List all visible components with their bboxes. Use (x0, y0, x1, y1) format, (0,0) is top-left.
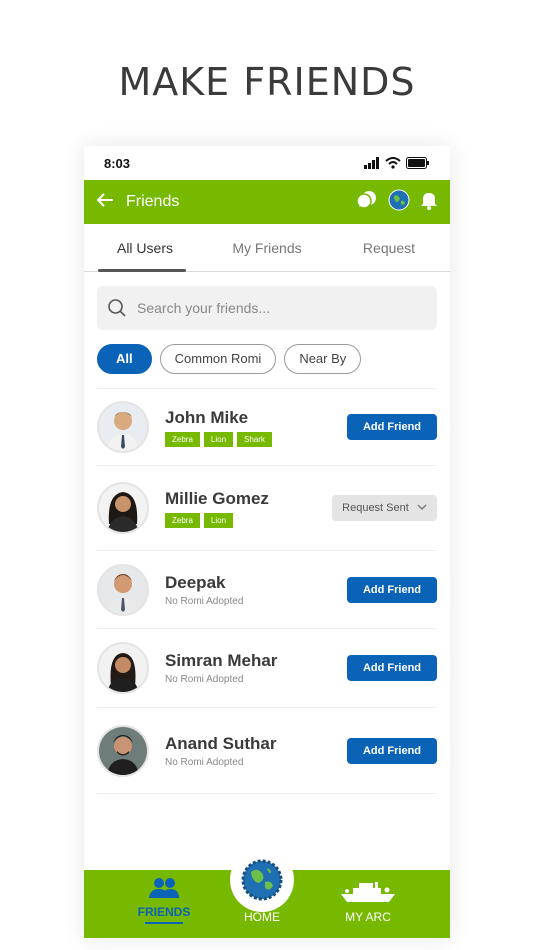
search-input[interactable]: Search your friends... (97, 286, 437, 330)
tab-my-friends[interactable]: My Friends (206, 224, 328, 271)
status-icons (364, 157, 430, 169)
chat-icon[interactable] (356, 190, 378, 215)
tab-request[interactable]: Request (328, 224, 450, 271)
nav-home[interactable]: HOME (230, 910, 294, 924)
list-item[interactable]: Anand Suthar No Romi Adopted Add Friend (97, 708, 437, 794)
avatar (97, 482, 149, 534)
search-placeholder: Search your friends... (137, 300, 271, 316)
romi-tag: Zebra (165, 512, 200, 528)
add-friend-button[interactable]: Add Friend (347, 414, 437, 440)
bell-icon[interactable] (420, 190, 438, 215)
add-friend-button[interactable]: Add Friend (347, 737, 437, 764)
add-friend-button[interactable]: Add Friend (347, 576, 437, 603)
list-item[interactable]: John Mike Zebra Lion Shark Add Friend (97, 389, 437, 466)
globe-icon[interactable] (388, 189, 410, 216)
avatar (97, 724, 149, 777)
filter-common-romi[interactable]: Common Romi (159, 344, 277, 374)
battery-icon (406, 157, 429, 169)
romi-tag: Shark (237, 431, 272, 447)
user-name: Deepak (165, 572, 226, 592)
avatar (97, 642, 149, 694)
globe-icon (241, 859, 283, 901)
list-item[interactable]: Simran Mehar No Romi Adopted Add Friend (97, 629, 437, 708)
list-item[interactable]: Deepak No Romi Adopted Add Friend (97, 551, 437, 629)
ark-ship-icon (341, 882, 395, 902)
tab-bar: All Users My Friends Request (84, 224, 450, 272)
app-bar: Friends (84, 180, 450, 224)
user-name: Simran Mehar (165, 651, 278, 670)
active-nav-indicator (145, 922, 183, 924)
chevron-down-icon (417, 504, 427, 510)
request-sent-label: Request Sent (342, 502, 409, 514)
filter-near-by[interactable]: Near By (284, 344, 362, 374)
nav-my-arc[interactable]: MY ARC (336, 880, 400, 924)
list-item[interactable]: Millie Gomez Zebra Lion Request Sent (97, 466, 437, 551)
avatar (97, 401, 149, 453)
romi-tag: Lion (203, 431, 234, 447)
avatar (97, 563, 149, 616)
nav-friends[interactable]: FRIENDS (136, 877, 192, 924)
romi-tag: Zebra (165, 431, 200, 447)
tab-all-users[interactable]: All Users (84, 224, 206, 271)
romi-status: No Romi Adopted (165, 674, 244, 685)
app-bar-title: Friends (126, 193, 180, 210)
search-icon (108, 299, 126, 317)
filter-all[interactable]: All (97, 344, 152, 374)
back-arrow-icon[interactable] (96, 191, 126, 214)
user-name: Anand Suthar (165, 733, 277, 753)
nav-friends-label: FRIENDS (137, 905, 191, 919)
signal-icon (364, 157, 379, 169)
nav-my-arc-label: MY ARC (345, 910, 391, 924)
friends-icon (149, 878, 179, 898)
request-sent-button[interactable]: Request Sent (332, 495, 437, 521)
active-tab-indicator (98, 269, 186, 272)
phone-frame: 8:03 Friends All Users My Friends Reques… (84, 146, 450, 938)
romi-status: No Romi Adopted (165, 595, 244, 607)
wifi-icon (385, 157, 401, 169)
bottom-nav: FRIENDS HOME MY ARC (84, 848, 450, 938)
add-friend-button[interactable]: Add Friend (347, 655, 437, 681)
nav-home-label: HOME (244, 910, 280, 924)
user-name: John Mike (165, 407, 249, 427)
home-button[interactable] (230, 848, 294, 912)
status-bar: 8:03 (84, 146, 450, 180)
user-name: Millie Gomez (165, 488, 269, 508)
romi-tag: Lion (203, 512, 234, 528)
filter-chips: All Common Romi Near By (97, 344, 437, 374)
romi-status: No Romi Adopted (165, 756, 244, 768)
status-time: 8:03 (104, 155, 131, 171)
user-list: John Mike Zebra Lion Shark Add Friend Mi… (97, 388, 437, 794)
page-headline: MAKE FRIENDS (118, 60, 416, 104)
